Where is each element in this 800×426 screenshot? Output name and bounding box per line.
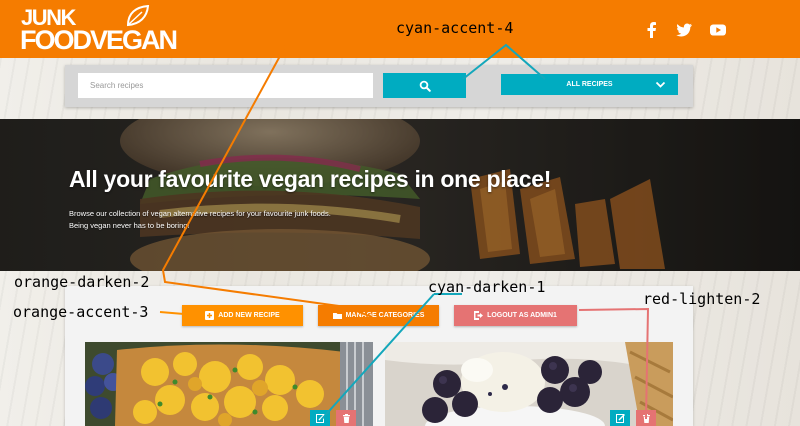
manage-categories-label: MANAGE CATEGORIES [345,312,425,319]
logout-icon [474,311,484,320]
search-bar: ALL RECIPES [65,65,693,107]
delete-recipe-button[interactable] [336,410,356,426]
add-recipe-button[interactable]: ADD NEW RECIPE [182,305,303,326]
folder-icon [332,313,342,319]
logo-text-foodvegan: FOODVEGAN [20,25,178,55]
hero-subtitle: Browse our collection of vegan alternati… [69,208,331,232]
hero-subtitle-line2: Being vegan never has to be boring! [69,221,190,230]
plus-box-icon [205,311,215,320]
facebook-link[interactable] [642,20,662,40]
youtube-icon [710,24,726,36]
category-filter-select[interactable]: ALL RECIPES [501,74,678,95]
annotation-orange-accent-3: orange-accent-3 [13,303,149,321]
youtube-link[interactable] [708,20,728,40]
edit-icon [315,413,325,423]
trash-icon [342,413,350,423]
twitter-link[interactable] [674,20,694,40]
edit-recipe-button[interactable] [310,410,330,426]
facebook-icon [647,22,656,38]
logout-button[interactable]: LOGOUT AS ADMIN1 [454,305,577,326]
edit-icon [615,413,625,423]
hero-burger-image [0,119,800,271]
add-recipe-label: ADD NEW RECIPE [218,312,280,319]
filter-selected-label: ALL RECIPES [566,81,613,88]
annotation-red-lighten-2: red-lighten-2 [643,290,761,308]
annotation-orange-darken-2: orange-darken-2 [14,273,150,291]
hero-title: All your favourite vegan recipes in one … [69,166,552,192]
search-button[interactable] [383,73,466,98]
site-logo[interactable]: JUNK FOODVEGAN [20,5,210,55]
edit-recipe-button[interactable] [610,410,630,426]
logout-label: LOGOUT AS ADMIN1 [487,312,557,319]
manage-categories-button[interactable]: MANAGE CATEGORIES [318,305,439,326]
twitter-icon [676,23,692,37]
search-icon [419,80,431,92]
chevron-down-icon [655,81,666,88]
delete-recipe-button[interactable] [636,410,656,426]
leaf-icon [126,5,150,27]
hero-subtitle-line1: Browse our collection of vegan alternati… [69,209,331,218]
trash-icon [642,413,650,423]
hero-banner: All your favourite vegan recipes in one … [0,119,800,271]
annotation-cyan-accent-4: cyan-accent-4 [396,19,514,37]
annotation-cyan-darken-1: cyan-darken-1 [428,278,546,296]
search-input[interactable] [78,73,373,98]
